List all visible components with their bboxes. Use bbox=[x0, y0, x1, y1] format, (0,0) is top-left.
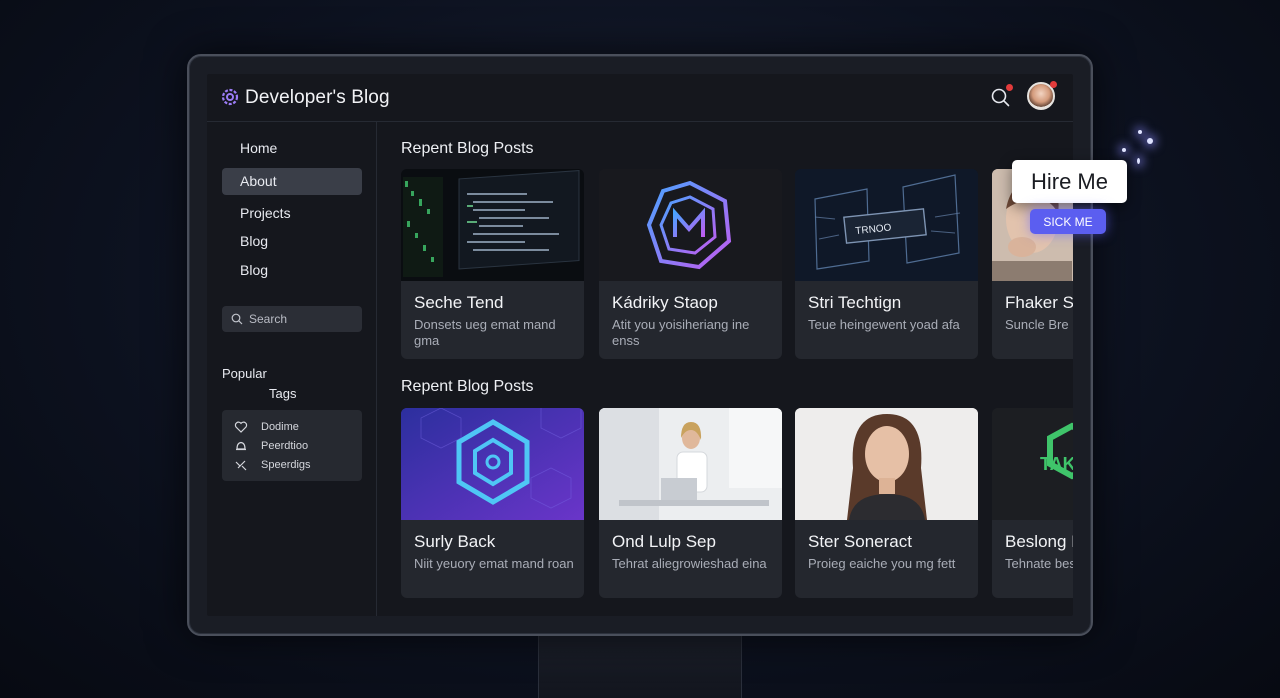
card-title: Beslong I bbox=[1005, 532, 1073, 551]
popular-tags-heading-2: Tags bbox=[269, 386, 297, 401]
blog-card[interactable]: Ster Soneract Proieg eaiche you mg fett bbox=[795, 408, 978, 598]
sparkle bbox=[1147, 138, 1153, 144]
code-editor-thumbnail bbox=[401, 169, 584, 281]
portrait-thumbnail bbox=[795, 408, 978, 520]
pointer-icon bbox=[235, 460, 247, 471]
app-window: Developer's Blog Home About Projects Blo… bbox=[207, 74, 1073, 616]
card-excerpt: Donsets ueg emat mand gma bbox=[414, 317, 556, 348]
tag-label: Dodime bbox=[261, 421, 299, 433]
sick-me-button[interactable]: SICK ME bbox=[1030, 209, 1106, 234]
monitor-stand bbox=[538, 636, 742, 698]
sidebar-item-about[interactable]: About bbox=[222, 168, 362, 195]
tak-logo-thumbnail: TAK bbox=[992, 408, 1073, 520]
sparkle bbox=[1122, 148, 1126, 152]
blog-card[interactable]: TAK Beslong I Tehnate bes rops bbox=[992, 408, 1073, 598]
tag-item[interactable]: Peerdtioo bbox=[234, 438, 308, 454]
card-title: Seche Tend bbox=[414, 293, 504, 312]
hire-me-button[interactable]: Hire Me bbox=[1012, 160, 1127, 203]
tag-item[interactable]: Dodime bbox=[234, 419, 299, 435]
hexagon-thumbnail bbox=[401, 408, 584, 520]
blog-card[interactable]: Surly Back Niit yeuory emat mand roan bbox=[401, 408, 584, 598]
tak-label: TAK bbox=[1040, 454, 1073, 474]
top-bar: Developer's Blog bbox=[207, 74, 1073, 122]
gear-icon bbox=[221, 88, 239, 106]
card-title: Fhaker Su bbox=[1005, 293, 1073, 312]
sidebar-item-blog-2[interactable]: Blog bbox=[222, 257, 362, 284]
card-title: Kádriky Staop bbox=[612, 293, 718, 312]
notification-dot bbox=[1006, 84, 1013, 91]
sparkle bbox=[1137, 158, 1140, 164]
card-excerpt: Tehrat aliegrowieshad eina bbox=[612, 556, 767, 571]
section-title: Repent Blog Posts bbox=[401, 140, 534, 157]
bell-icon bbox=[236, 441, 246, 451]
card-excerpt: Teue heingewent yoad afa bbox=[808, 317, 960, 332]
monitor-frame: Developer's Blog Home About Projects Blo… bbox=[187, 54, 1093, 636]
sidebar-search[interactable] bbox=[222, 306, 362, 332]
card-excerpt: Tehnate bes rops bbox=[1005, 556, 1073, 571]
card-title: Ster Soneract bbox=[808, 532, 912, 551]
card-excerpt: Suncle Bre rtigs bbox=[1005, 317, 1073, 332]
card-title: Surly Back bbox=[414, 532, 496, 551]
avatar-notification-dot bbox=[1050, 81, 1057, 88]
office-photo-thumbnail bbox=[599, 408, 782, 520]
blog-card[interactable]: Kádriky Staop Atit you yoisiheriang ine … bbox=[599, 169, 782, 359]
sidebar-item-home[interactable]: Home bbox=[222, 135, 362, 162]
tech-chip-thumbnail: TRNOO bbox=[795, 169, 978, 281]
site-title: Developer's Blog bbox=[245, 87, 390, 108]
card-title: Ond Lulp Sep bbox=[612, 532, 716, 551]
sidebar: Home About Projects Blog Blog Popular Ta… bbox=[207, 122, 377, 616]
card-title: Stri Techtign bbox=[808, 293, 902, 312]
card-excerpt: Atit you yoisiheriang ine enss bbox=[612, 317, 750, 348]
search-icon bbox=[231, 313, 243, 325]
tags-list: Dodime Peerdtioo Speerdigs bbox=[222, 410, 362, 481]
sidebar-item-projects[interactable]: Projects bbox=[222, 200, 362, 227]
popular-tags-heading: Popular bbox=[222, 366, 267, 381]
tag-label: Peerdtioo bbox=[261, 440, 309, 452]
search-input[interactable] bbox=[249, 312, 359, 326]
blog-card[interactable]: Seche Tend Donsets ueg emat mand gma bbox=[401, 169, 584, 359]
card-excerpt: Niit yeuory emat mand roan bbox=[414, 556, 574, 571]
blog-card[interactable]: Ond Lulp Sep Tehrat aliegrowieshad eina bbox=[599, 408, 782, 598]
logo-thumbnail bbox=[599, 169, 782, 281]
card-excerpt: Proieg eaiche you mg fett bbox=[808, 556, 956, 571]
sidebar-item-blog[interactable]: Blog bbox=[222, 228, 362, 255]
section-title: Repent Blog Posts bbox=[401, 378, 534, 395]
blog-card[interactable]: TRNOO Stri Techtign Teue heingewent yoad… bbox=[795, 169, 978, 359]
sparkle bbox=[1138, 130, 1142, 134]
tag-label: Speerdigs bbox=[261, 459, 311, 471]
heart-icon bbox=[234, 421, 248, 433]
tag-item[interactable]: Speerdigs bbox=[234, 457, 311, 473]
